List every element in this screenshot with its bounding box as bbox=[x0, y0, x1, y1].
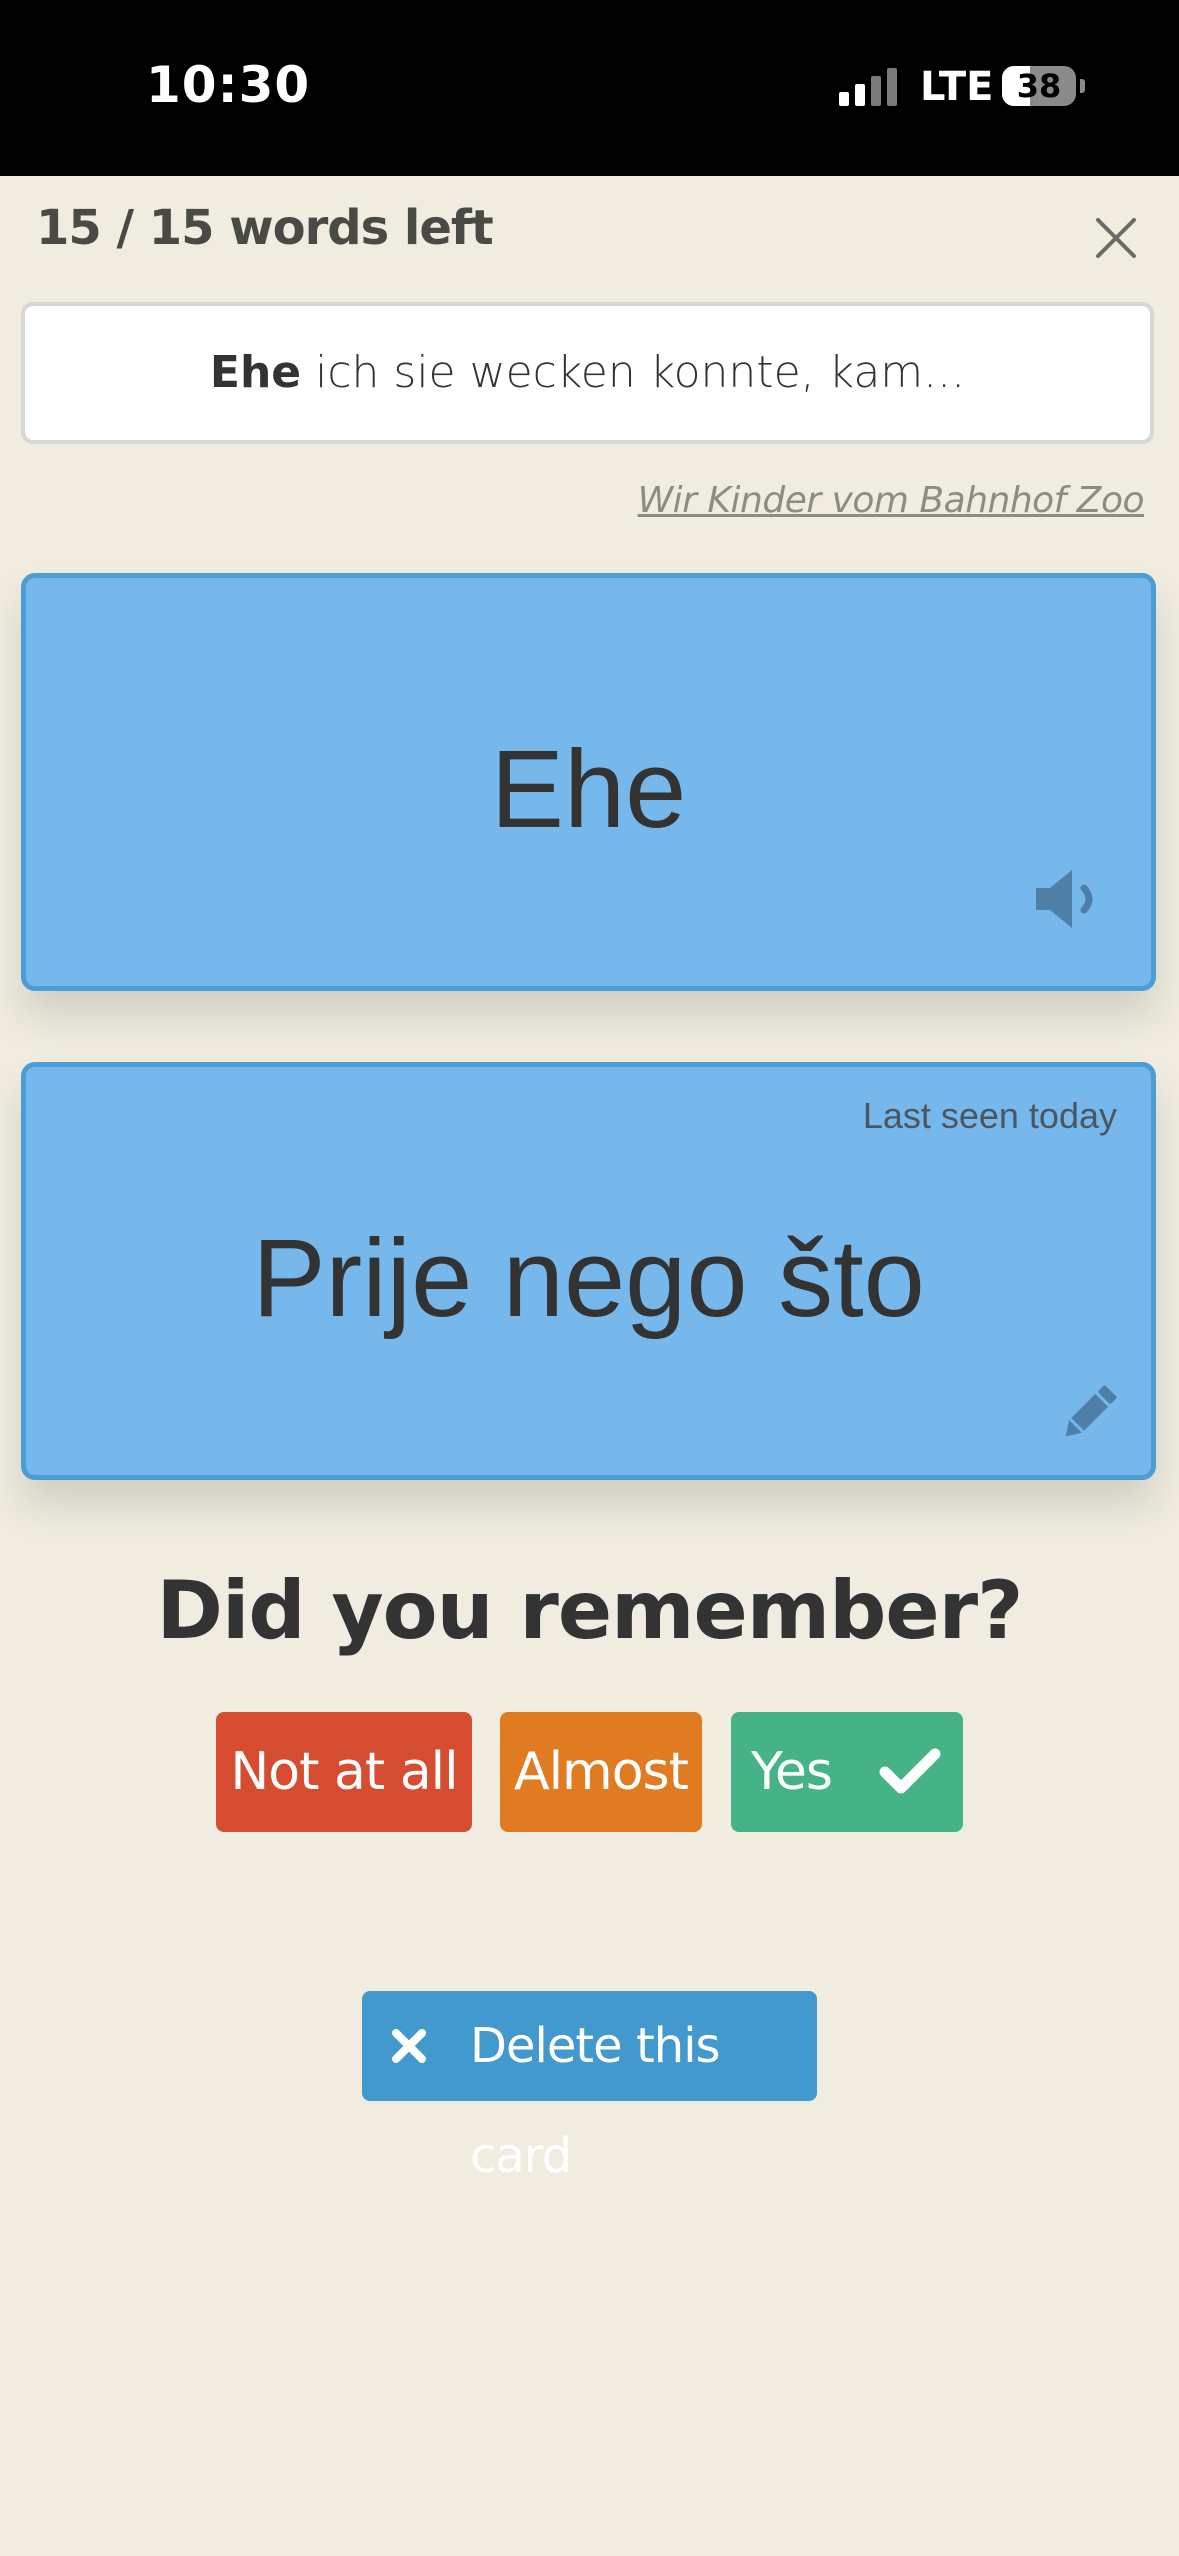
back-card: Last seen today Prije nego što bbox=[21, 1062, 1156, 1480]
network-type: LTE bbox=[920, 64, 994, 110]
almost-button[interactable]: Almost bbox=[500, 1712, 702, 1832]
back-card-translation: Prije nego što bbox=[252, 1217, 925, 1340]
speaker-icon[interactable] bbox=[1032, 864, 1104, 934]
battery-level: 38 bbox=[1016, 67, 1062, 105]
cellular-signal-icon bbox=[839, 68, 899, 106]
status-time: 10:30 bbox=[146, 56, 311, 114]
words-left-counter: 15 / 15 words left bbox=[36, 200, 494, 256]
context-rest: ich sie wecken konnte, kam... bbox=[301, 347, 966, 398]
context-highlight-word: Ehe bbox=[209, 347, 302, 398]
status-bar: 10:30 LTE 38 bbox=[0, 0, 1179, 176]
context-sentence: Ehe ich sie wecken konnte, kam... bbox=[21, 302, 1154, 444]
checkmark-icon bbox=[879, 1748, 941, 1794]
not-at-all-button[interactable]: Not at all bbox=[216, 1712, 472, 1832]
front-card: Ehe bbox=[21, 573, 1156, 991]
last-seen-label: Last seen today bbox=[862, 1095, 1117, 1136]
front-card-word: Ehe bbox=[490, 728, 687, 851]
battery-nub bbox=[1080, 79, 1085, 93]
x-icon bbox=[392, 2029, 426, 2063]
yes-button-label: Yes bbox=[751, 1742, 833, 1802]
delete-card-label: Delete this card bbox=[470, 2018, 721, 2184]
source-link[interactable]: Wir Kinder vom Bahnhof Zoo bbox=[638, 480, 1145, 521]
recall-question: Did you remember? bbox=[156, 1564, 1024, 1657]
delete-card-button[interactable]: Delete this card bbox=[362, 1991, 817, 2184]
yes-button[interactable]: Yes bbox=[731, 1712, 963, 1832]
pencil-icon[interactable] bbox=[1054, 1378, 1124, 1448]
close-icon[interactable] bbox=[1092, 214, 1140, 262]
battery-icon: 38 bbox=[1002, 66, 1076, 106]
